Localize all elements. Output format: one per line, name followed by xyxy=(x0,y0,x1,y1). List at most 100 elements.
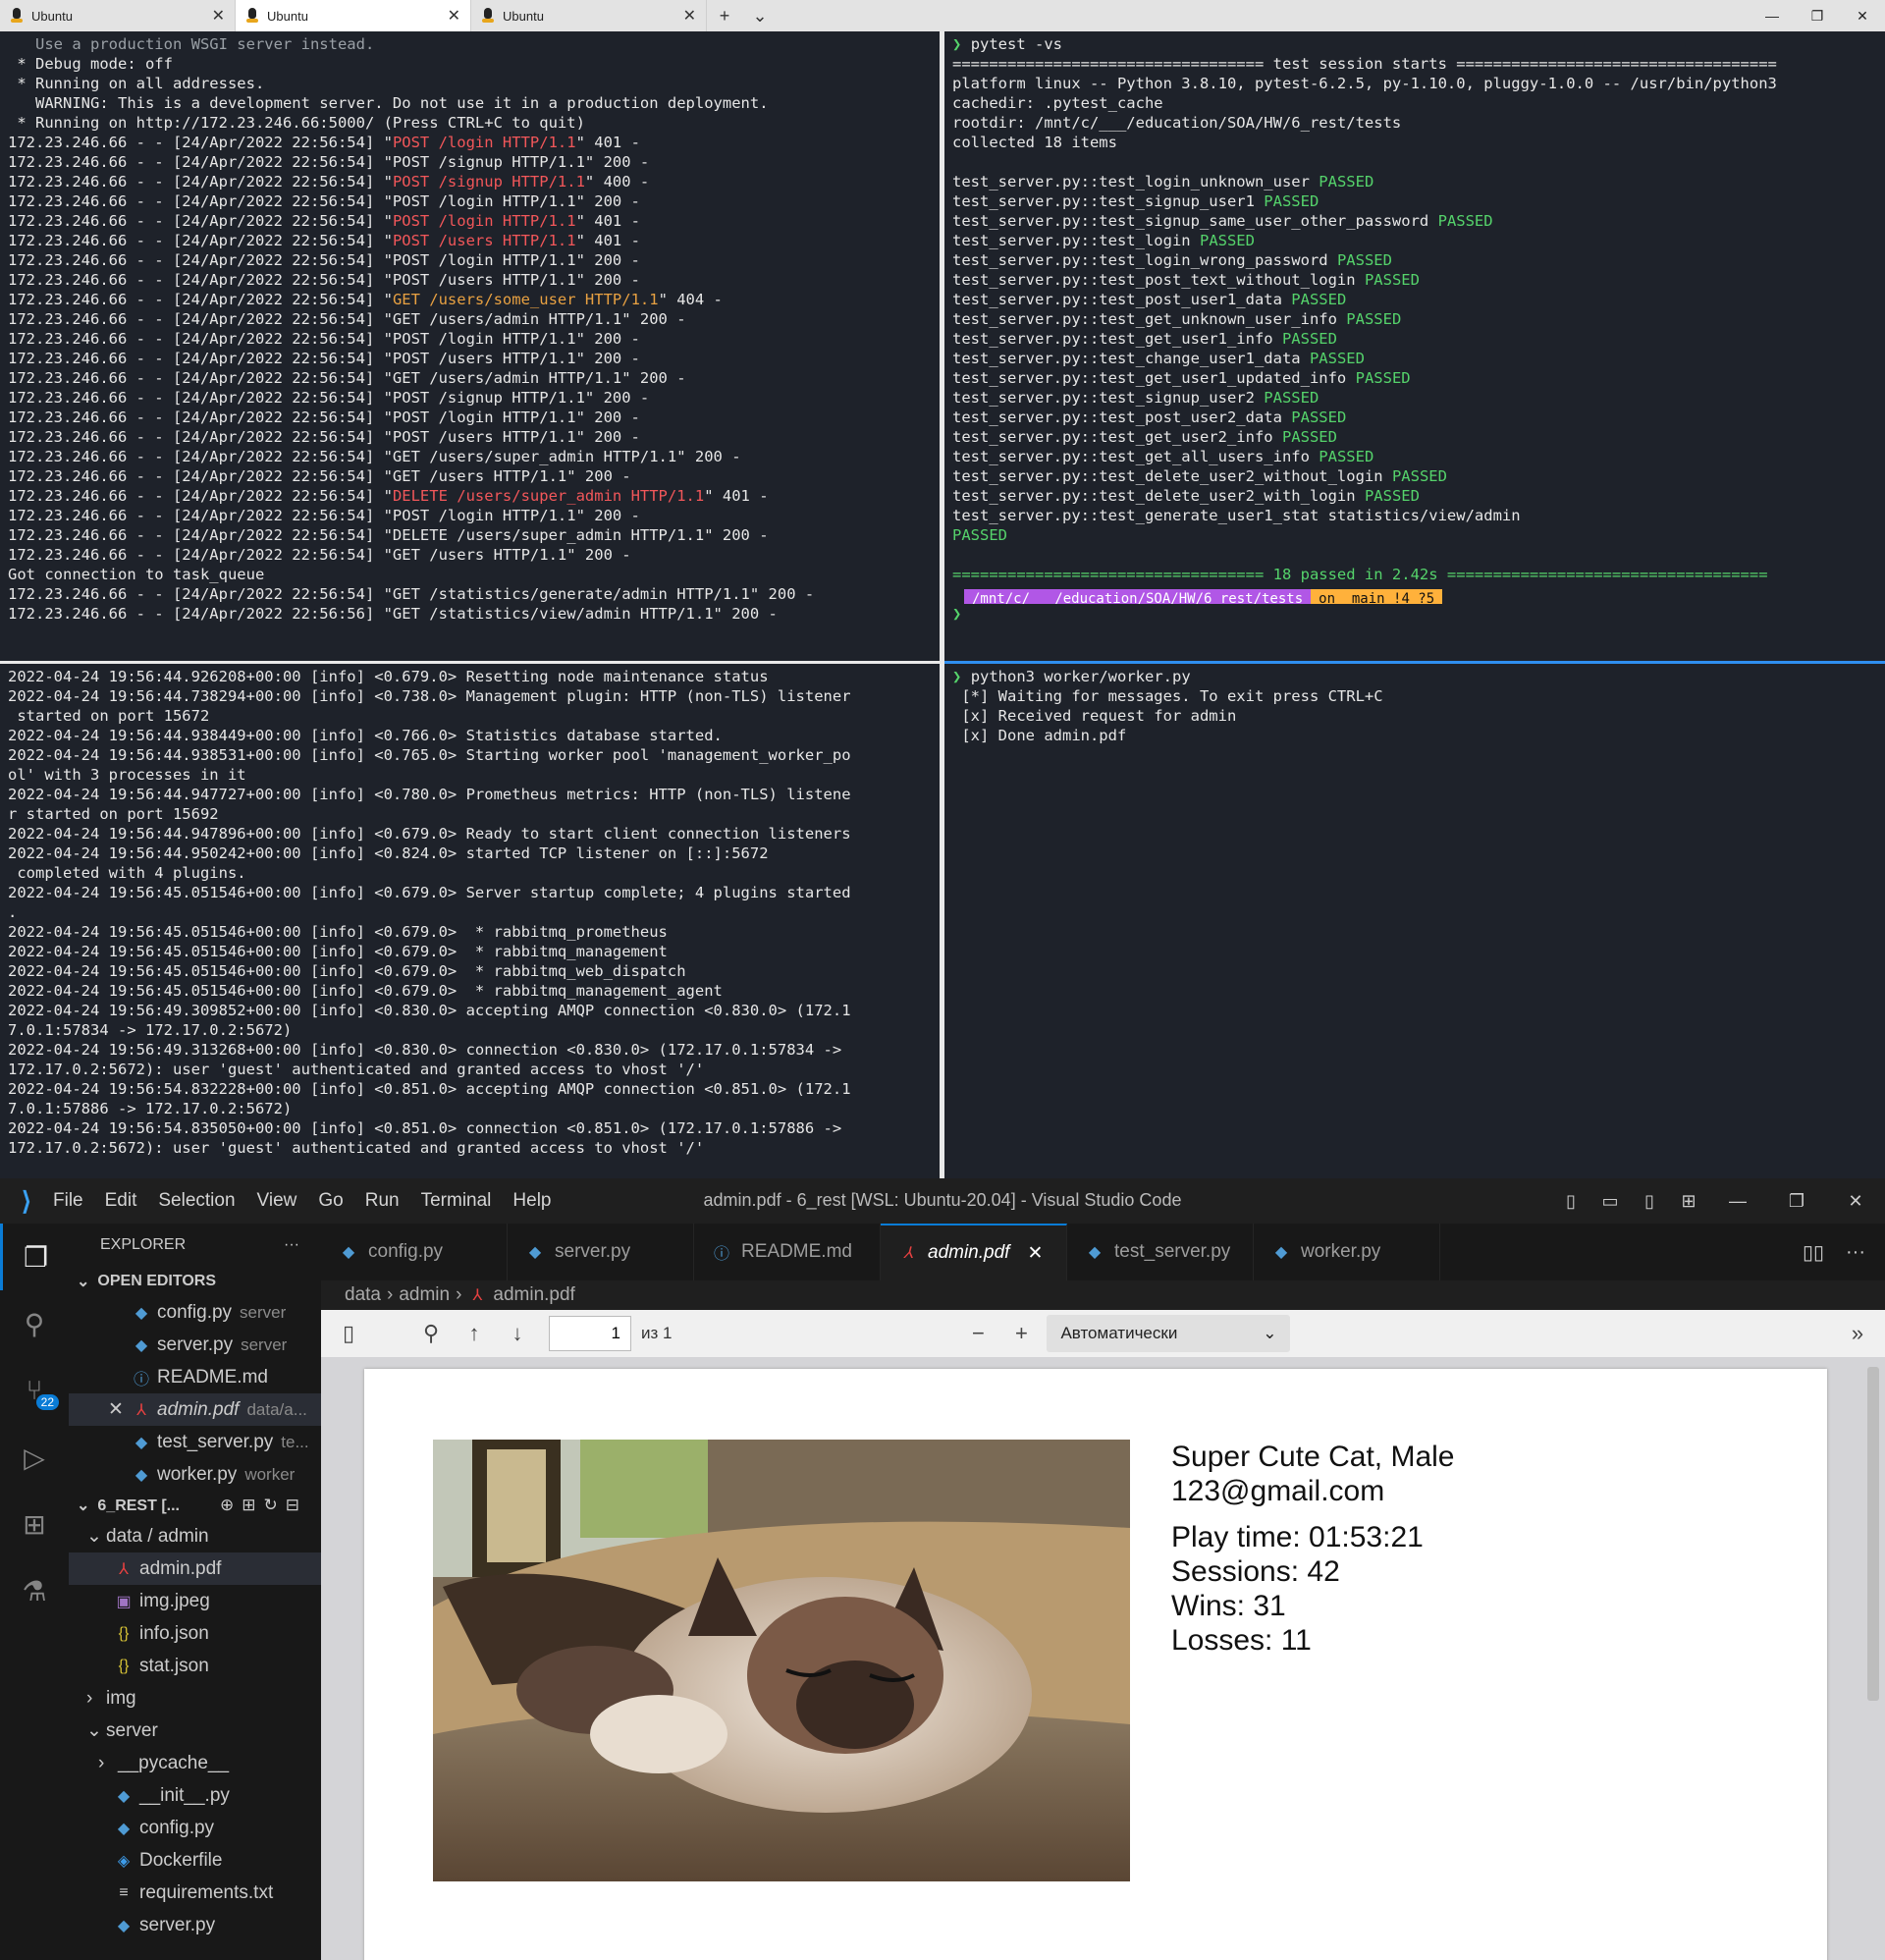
tab-worker-py[interactable]: ◆ worker.py xyxy=(1254,1224,1440,1280)
pane-divider[interactable] xyxy=(940,31,944,1178)
toggle-sidebar-icon[interactable]: ▯ xyxy=(1551,1191,1590,1212)
menu-selection[interactable]: Selection xyxy=(158,1190,235,1211)
folder-tree-item[interactable]: ⌄ server xyxy=(69,1715,321,1747)
toggle-panel-icon[interactable]: ▭ xyxy=(1590,1191,1630,1212)
tree-label: server xyxy=(106,1719,158,1741)
project-section[interactable]: ⌄ 6_REST [... ⊕⊞↻⊟ xyxy=(69,1491,321,1520)
tab-dropdown-button[interactable]: ⌄ xyxy=(742,0,778,31)
server-log-pane[interactable]: Use a production WSGI server instead. * … xyxy=(0,31,940,661)
more-actions-icon[interactable]: ··· xyxy=(1846,1241,1865,1264)
open-editors-section[interactable]: ⌄ OPEN EDITORS xyxy=(69,1267,321,1296)
close-icon[interactable]: ✕ xyxy=(212,6,225,26)
close-icon[interactable]: ✕ xyxy=(683,6,696,26)
file-tree-item[interactable]: ◆ config.py xyxy=(69,1812,321,1844)
file-tree-item[interactable]: {} stat.json xyxy=(69,1650,321,1682)
pdf-scrollbar[interactable] xyxy=(1867,1367,1879,1701)
search-icon[interactable]: ⚲ xyxy=(409,1321,453,1346)
log-text: 172.23.246.66 - - [24/Apr/2022 22:56:54]… xyxy=(8,310,686,328)
restore-icon[interactable]: ❐ xyxy=(1767,1191,1826,1212)
more-actions-icon[interactable]: ··· xyxy=(284,1236,299,1254)
rabbit-log-line: 2022-04-24 19:56:49.313268+00:00 [info] … xyxy=(8,1041,842,1059)
scm-badge: 22 xyxy=(35,1394,59,1410)
menu-terminal[interactable]: Terminal xyxy=(421,1190,492,1211)
close-icon[interactable]: ✕ xyxy=(1826,1191,1885,1212)
test-result-line: test_server.py::test_get_user1_updated_i… xyxy=(952,368,1877,388)
testing-icon[interactable]: ⚗ xyxy=(0,1557,69,1624)
log-line: 172.23.246.66 - - [24/Apr/2022 22:56:54]… xyxy=(8,525,932,545)
zoom-select[interactable]: Автоматически ⌄ xyxy=(1047,1315,1291,1352)
explorer-header: EXPLORER ··· xyxy=(69,1224,321,1267)
menu-edit[interactable]: Edit xyxy=(105,1190,137,1211)
page-number-input[interactable] xyxy=(549,1316,631,1351)
search-icon[interactable]: ⚲ xyxy=(0,1290,69,1357)
explorer-icon[interactable]: ❐ xyxy=(0,1224,69,1290)
folder-tree-item[interactable]: ⌄ data / admin xyxy=(69,1520,321,1552)
menu-go[interactable]: Go xyxy=(318,1190,343,1211)
pdf-page: Super Cute Cat, Male 123@gmail.com Play … xyxy=(364,1369,1827,1960)
run-debug-icon[interactable]: ▷ xyxy=(0,1424,69,1491)
file-tree-item[interactable]: ▣ img.jpeg xyxy=(69,1585,321,1617)
open-editor-item[interactable]: ⓘ README.md xyxy=(69,1361,321,1393)
folder-tree-item[interactable]: › img xyxy=(69,1682,321,1715)
open-editor-item[interactable]: ◆ worker.py worker xyxy=(69,1458,321,1491)
pytest-pane[interactable]: ❯ pytest -vs ============================… xyxy=(944,31,1885,661)
new-tab-button[interactable]: + xyxy=(707,0,742,31)
tab-config-py[interactable]: ◆ config.py xyxy=(321,1224,508,1280)
terminal-tab-1[interactable]: Ubuntu ✕ xyxy=(0,0,236,31)
pdf-toolbar: ▯ ⚲ ↑ ↓ из 1 − + Автоматически ⌄ » xyxy=(321,1310,1885,1357)
close-icon[interactable]: ✕ xyxy=(1027,1242,1043,1265)
file-tree-item[interactable]: ◆ server.py xyxy=(69,1909,321,1941)
toggle-secondary-sidebar-icon[interactable]: ▯ xyxy=(1630,1191,1669,1212)
next-page-icon[interactable]: ↓ xyxy=(496,1321,539,1346)
tools-icon[interactable]: » xyxy=(1836,1321,1879,1346)
open-editor-item[interactable]: ◆ server.py server xyxy=(69,1329,321,1361)
zoom-in-icon[interactable]: + xyxy=(999,1321,1043,1346)
terminal-tab-2[interactable]: Ubuntu ✕ xyxy=(236,0,471,31)
tree-label: __pycache__ xyxy=(118,1752,230,1773)
maximize-icon[interactable]: ❐ xyxy=(1795,0,1840,31)
cat-photo xyxy=(433,1440,1130,1881)
split-editor-icon[interactable]: ▯▯ xyxy=(1803,1240,1824,1265)
worker-pane[interactable]: ❯ python3 worker/worker.py [*] Waiting f… xyxy=(944,664,1885,1178)
pdf-file-icon: ⅄ xyxy=(472,1287,483,1304)
tab-server-py[interactable]: ◆ server.py xyxy=(508,1224,694,1280)
open-editor-item[interactable]: ◆ config.py server xyxy=(69,1296,321,1329)
terminal-tab-3[interactable]: Ubuntu ✕ xyxy=(471,0,707,31)
test-name: test_server.py::test_signup_user2 xyxy=(952,389,1255,407)
log-line: * Running on all addresses. xyxy=(8,74,932,93)
explorer-actions[interactable]: ⊕⊞↻⊟ xyxy=(220,1496,307,1515)
breadcrumb-item[interactable]: admin xyxy=(399,1284,450,1306)
toggle-sidebar-icon[interactable]: ▯ xyxy=(327,1321,370,1346)
folder-tree-item[interactable]: › __pycache__ xyxy=(69,1747,321,1779)
rabbitmq-log-pane[interactable]: 2022-04-24 19:56:44.926208+00:00 [info] … xyxy=(0,664,940,1178)
menu-file[interactable]: File xyxy=(53,1190,83,1211)
source-control-icon[interactable]: ⑂ 22 xyxy=(0,1357,69,1424)
close-icon[interactable]: ✕ xyxy=(448,6,460,26)
log-text: 172.23.246.66 - - [24/Apr/2022 22:56:54]… xyxy=(8,408,640,426)
minimize-icon[interactable]: — xyxy=(1708,1191,1767,1212)
tab-label: server.py xyxy=(555,1241,631,1262)
tab-test_server-py[interactable]: ◆ test_server.py xyxy=(1067,1224,1254,1280)
pdf-viewer[interactable]: Super Cute Cat, Male 123@gmail.com Play … xyxy=(321,1357,1885,1960)
breadcrumb-item[interactable]: data xyxy=(345,1284,381,1306)
file-tree-item[interactable]: {} info.json xyxy=(69,1617,321,1650)
extensions-icon[interactable]: ⊞ xyxy=(0,1491,69,1557)
close-icon[interactable]: ✕ xyxy=(1840,0,1885,31)
menu-view[interactable]: View xyxy=(257,1190,297,1211)
tab-admin-pdf[interactable]: ⅄ admin.pdf ✕ xyxy=(881,1224,1067,1280)
open-editor-item[interactable]: ◆ test_server.py te... xyxy=(69,1426,321,1458)
breadcrumb-item[interactable]: admin.pdf xyxy=(493,1284,574,1306)
file-tree-item[interactable]: ⅄ admin.pdf xyxy=(69,1552,321,1585)
file-tree-item[interactable]: ≡ requirements.txt xyxy=(69,1877,321,1909)
tab-readme-md[interactable]: ⓘ README.md xyxy=(694,1224,881,1280)
layout-icon[interactable]: ⊞ xyxy=(1669,1191,1708,1212)
menu-help[interactable]: Help xyxy=(512,1190,551,1211)
close-icon[interactable]: ✕ xyxy=(108,1398,132,1421)
minimize-icon[interactable]: — xyxy=(1750,0,1795,31)
open-editor-item[interactable]: ✕ ⅄ admin.pdf data/a... xyxy=(69,1393,321,1426)
zoom-out-icon[interactable]: − xyxy=(956,1321,999,1346)
file-tree-item[interactable]: ◈ Dockerfile xyxy=(69,1844,321,1877)
file-tree-item[interactable]: ◆ __init__.py xyxy=(69,1779,321,1812)
menu-run[interactable]: Run xyxy=(365,1190,400,1211)
previous-page-icon[interactable]: ↑ xyxy=(453,1321,496,1346)
